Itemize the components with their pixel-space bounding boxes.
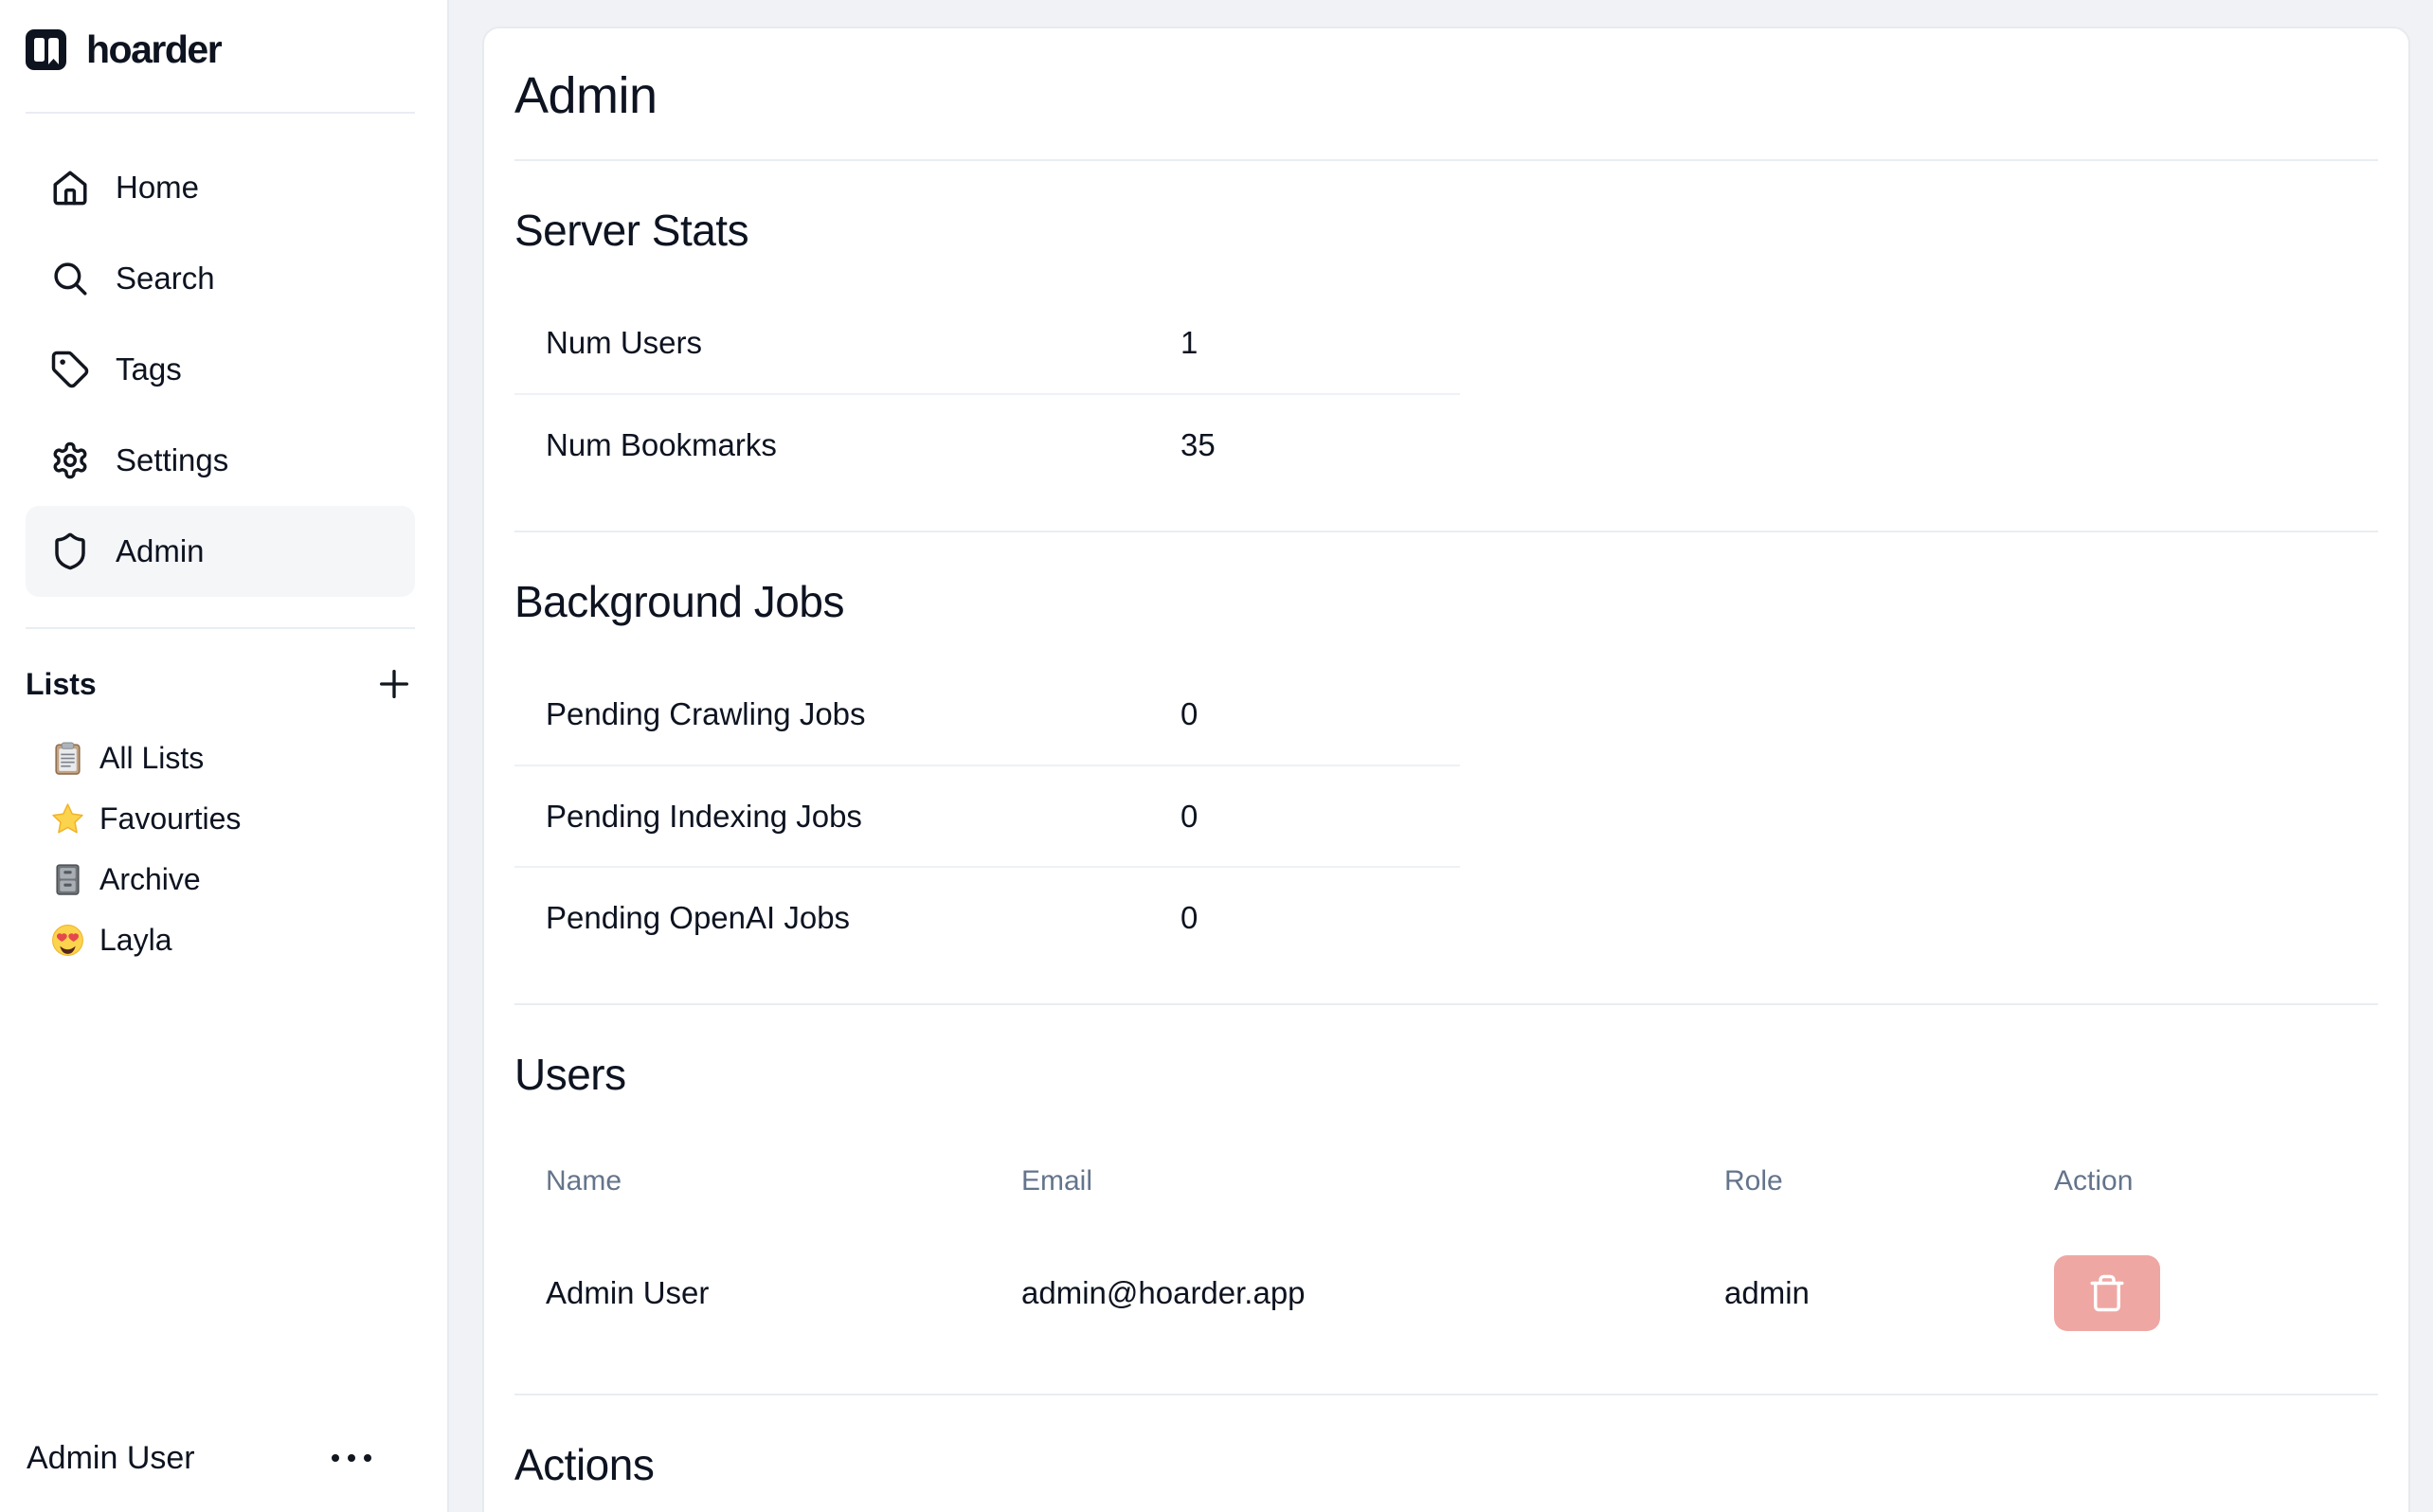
brand-name: hoarder [86, 27, 221, 72]
main-area: Admin Server Stats Num Users 1 Num Bookm… [449, 0, 2433, 1512]
background-jobs-table: Pending Crawling Jobs 0 Pending Indexing… [514, 663, 1460, 967]
actions-title: Actions [514, 1439, 2378, 1490]
page-header: Admin [514, 28, 2378, 161]
home-icon [50, 168, 90, 207]
sidebar-divider-lists [26, 627, 415, 629]
add-list-button[interactable] [373, 663, 415, 705]
users-table: Name Email Role Action Admin User admin@… [514, 1134, 2378, 1358]
list-item-label: Favourties [99, 801, 241, 837]
sidebar-item-home[interactable]: Home [26, 142, 415, 233]
table-row: Num Users 1 [514, 292, 1460, 393]
ellipsis-icon [364, 1454, 371, 1462]
list-item-layla[interactable]: Layla [26, 909, 415, 970]
delete-user-button[interactable] [2054, 1255, 2160, 1331]
column-header-role: Role [1693, 1165, 2023, 1197]
page-title: Admin [514, 66, 2378, 125]
lists-menu: All Lists Favourties Archive [26, 728, 415, 970]
stat-label: Num Users [514, 325, 1180, 361]
star-icon [50, 801, 85, 837]
users-table-header: Name Email Role Action [514, 1134, 2378, 1229]
sidebar-nav: Home Search Tags Settings [26, 142, 415, 597]
heart-eyes-icon [50, 923, 85, 958]
sidebar-divider-top [26, 112, 415, 114]
sidebar-item-label: Admin [116, 533, 205, 569]
current-user-name: Admin User [27, 1440, 195, 1477]
user-options-button[interactable] [322, 1445, 381, 1471]
user-name-cell: Admin User [514, 1275, 990, 1311]
sidebar-item-label: Home [116, 170, 199, 206]
gear-icon [50, 441, 90, 480]
table-row: Num Bookmarks 35 [514, 393, 1460, 495]
ellipsis-icon [348, 1454, 355, 1462]
section-server-stats: Server Stats Num Users 1 Num Bookmarks 3… [514, 161, 2378, 532]
stat-value: 35 [1180, 427, 1460, 463]
sidebar-item-admin[interactable]: Admin [26, 506, 415, 597]
sidebar-item-label: Search [116, 261, 215, 297]
users-title: Users [514, 1049, 2378, 1100]
list-item-label: Archive [99, 862, 201, 897]
job-label: Pending OpenAI Jobs [514, 900, 1180, 936]
plus-icon [375, 665, 413, 703]
table-row: Pending OpenAI Jobs 0 [514, 866, 1460, 967]
sidebar-item-label: Tags [116, 351, 182, 387]
background-jobs-title: Background Jobs [514, 576, 2378, 627]
job-value: 0 [1180, 696, 1460, 732]
section-actions: Actions [514, 1395, 2378, 1512]
section-users: Users Name Email Role Action Admin User … [514, 1005, 2378, 1395]
server-stats-table: Num Users 1 Num Bookmarks 35 [514, 292, 1460, 495]
hoarder-logo-icon [26, 29, 66, 70]
list-item-label: Layla [99, 923, 172, 958]
brand-logo[interactable]: hoarder [26, 28, 447, 70]
server-stats-title: Server Stats [514, 205, 2378, 256]
table-row: Pending Indexing Jobs 0 [514, 765, 1460, 866]
sidebar-item-settings[interactable]: Settings [26, 415, 415, 506]
stat-label: Num Bookmarks [514, 427, 1180, 463]
shield-icon [50, 531, 90, 571]
lists-title: Lists [26, 667, 97, 702]
column-header-email: Email [990, 1165, 1693, 1197]
sidebar-item-label: Settings [116, 442, 228, 478]
sidebar: hoarder Home Search Tags [0, 0, 449, 1512]
sidebar-item-search[interactable]: Search [26, 233, 415, 324]
user-email-cell: admin@hoarder.app [990, 1275, 1693, 1311]
admin-card: Admin Server Stats Num Users 1 Num Bookm… [482, 27, 2410, 1512]
sidebar-item-tags[interactable]: Tags [26, 324, 415, 415]
trash-icon [2087, 1273, 2127, 1313]
ellipsis-icon [332, 1454, 339, 1462]
list-item-archive[interactable]: Archive [26, 849, 415, 909]
job-value: 0 [1180, 900, 1460, 936]
job-value: 0 [1180, 799, 1460, 835]
list-item-label: All Lists [99, 741, 204, 776]
list-item-favourties[interactable]: Favourties [26, 788, 415, 849]
sidebar-user-row[interactable]: Admin User [27, 1421, 381, 1495]
list-item-all-lists[interactable]: All Lists [26, 728, 415, 788]
tag-icon [50, 350, 90, 389]
column-header-action: Action [2023, 1165, 2378, 1197]
user-role-cell: admin [1693, 1275, 2023, 1311]
clipboard-icon [50, 741, 85, 776]
stat-value: 1 [1180, 325, 1460, 361]
search-icon [50, 259, 90, 298]
table-row: Admin User admin@hoarder.app admin [514, 1229, 2378, 1358]
section-background-jobs: Background Jobs Pending Crawling Jobs 0 … [514, 532, 2378, 1005]
table-row: Pending Crawling Jobs 0 [514, 663, 1460, 765]
job-label: Pending Crawling Jobs [514, 696, 1180, 732]
file-cabinet-icon [50, 862, 85, 897]
column-header-name: Name [514, 1165, 990, 1197]
job-label: Pending Indexing Jobs [514, 799, 1180, 835]
